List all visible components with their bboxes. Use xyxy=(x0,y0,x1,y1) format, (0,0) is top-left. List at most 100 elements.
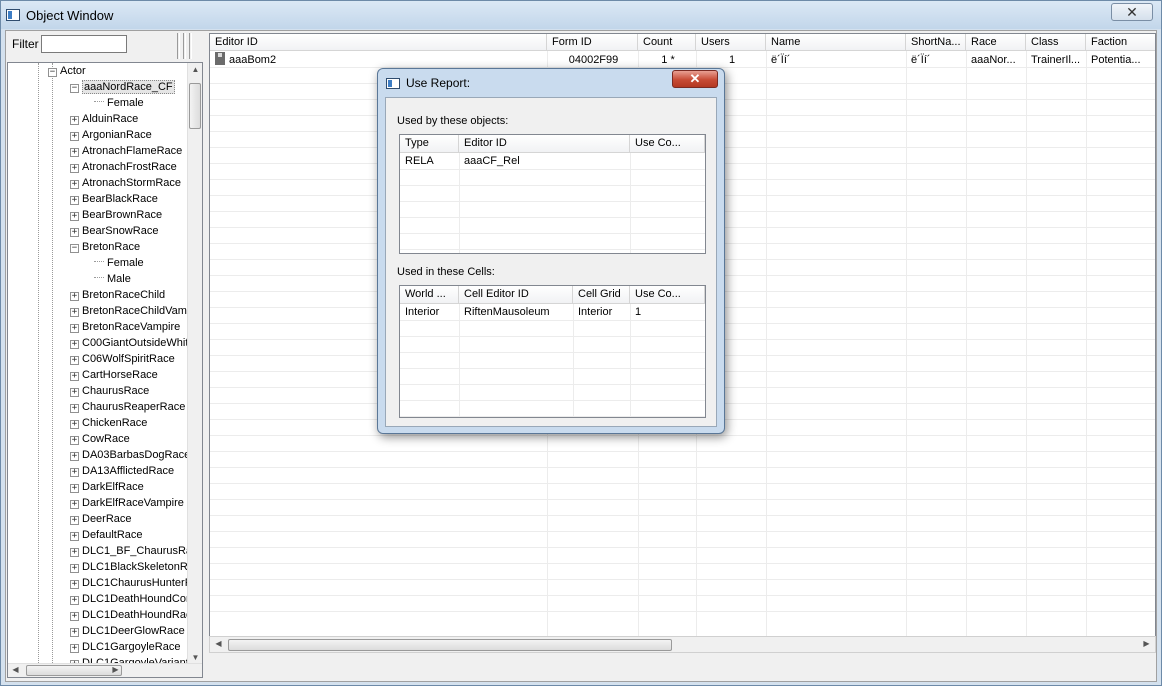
tree-item[interactable]: + DeerRace xyxy=(70,511,132,527)
tree-toggle-icon[interactable]: + xyxy=(70,356,79,365)
scroll-right-arrow-icon[interactable]: ▶ xyxy=(1139,639,1154,648)
tree-horizontal-scrollbar[interactable]: ◀ ▶ xyxy=(8,663,202,677)
tree-toggle-icon[interactable]: + xyxy=(70,132,79,141)
tree-vertical-scrollbar[interactable]: ▲ ▼ xyxy=(187,63,202,664)
filter-input[interactable] xyxy=(41,35,127,53)
tree-toggle-icon[interactable]: + xyxy=(70,628,79,637)
tree-toggle-icon[interactable]: + xyxy=(70,644,79,653)
tree-item[interactable]: + DA03BarbasDogRace xyxy=(70,447,188,463)
tree-item[interactable]: + DefaultRace xyxy=(70,527,143,543)
tree-item[interactable]: Female xyxy=(94,95,144,111)
tree-toggle-icon[interactable]: + xyxy=(70,404,79,413)
column-header[interactable]: Editor ID xyxy=(210,34,547,51)
column-header[interactable]: Use Co... xyxy=(630,286,705,303)
tree-item[interactable]: Male xyxy=(94,271,131,287)
cells-list[interactable]: World ... Cell Editor ID Cell Grid Use Co..… xyxy=(399,285,706,418)
column-header[interactable]: Class xyxy=(1026,34,1086,51)
scroll-up-arrow-icon[interactable]: ▲ xyxy=(188,65,202,74)
tree-item[interactable]: + DA13AfflictedRace xyxy=(70,463,174,479)
tree-toggle-icon[interactable]: + xyxy=(70,196,79,205)
tree-item[interactable]: + BretonRaceChild xyxy=(70,287,165,303)
tree-item[interactable]: − Actor xyxy=(48,63,86,79)
column-header[interactable]: Editor ID xyxy=(459,135,630,152)
tree-item[interactable]: +BretonRaceChildVampire xyxy=(70,303,188,319)
tree-item[interactable]: + BearBlackRace xyxy=(70,191,158,207)
column-header[interactable]: Name xyxy=(766,34,906,51)
dialog-close-button[interactable]: ✕ xyxy=(672,70,718,88)
tree-item[interactable]: + AlduinRace xyxy=(70,111,138,127)
column-header[interactable]: Count xyxy=(638,34,696,51)
tree-toggle-icon[interactable]: + xyxy=(70,436,79,445)
tree-item[interactable]: + DLC1DeathHoundRace xyxy=(70,607,188,623)
splitter-grip[interactable] xyxy=(183,33,186,59)
tree-toggle-icon[interactable]: + xyxy=(70,340,79,349)
title-bar[interactable]: Object Window ✕ xyxy=(1,1,1161,29)
tree-item[interactable]: + ChaurusReaperRace xyxy=(70,399,185,415)
tree-item[interactable]: + C06WolfSpiritRace xyxy=(70,351,175,367)
tree-toggle-icon[interactable]: + xyxy=(70,468,79,477)
tree-toggle-icon[interactable]: + xyxy=(70,324,79,333)
object-tree[interactable]: − Actor − aaaNordRace_CF Female + AlduinRace + A… xyxy=(7,62,203,678)
splitter-grip[interactable] xyxy=(189,33,192,59)
scroll-left-arrow-icon[interactable]: ◀ xyxy=(211,639,226,648)
close-button[interactable]: ✕ xyxy=(1111,3,1153,21)
column-header[interactable]: Type xyxy=(400,135,459,152)
tree-scroll-thumb[interactable] xyxy=(189,83,201,129)
tree-item[interactable]: + AtronachFrostRace xyxy=(70,159,177,175)
tree-toggle-icon[interactable]: + xyxy=(70,484,79,493)
column-header[interactable]: World ... xyxy=(400,286,459,303)
tree-item[interactable]: − BretonRace xyxy=(70,239,140,255)
tree-toggle-icon[interactable]: + xyxy=(70,452,79,461)
tree-toggle-icon[interactable]: + xyxy=(70,228,79,237)
tree-toggle-icon[interactable]: + xyxy=(70,180,79,189)
tree-toggle-icon[interactable]: + xyxy=(70,388,79,397)
column-header[interactable]: Cell Grid xyxy=(573,286,630,303)
tree-toggle-icon[interactable]: + xyxy=(70,420,79,429)
scroll-right-arrow-icon[interactable]: ▶ xyxy=(108,665,123,674)
tree-toggle-icon[interactable]: + xyxy=(70,164,79,173)
column-header[interactable]: Form ID xyxy=(547,34,638,51)
tree-item[interactable]: +DLC1_BF_ChaurusRace xyxy=(70,543,188,559)
tree-toggle-icon[interactable]: + xyxy=(70,500,79,509)
list-hscroll-thumb[interactable] xyxy=(228,639,672,651)
tree-toggle-icon[interactable]: + xyxy=(70,516,79,525)
tree-item[interactable]: Female xyxy=(94,255,144,271)
tree-toggle-icon[interactable]: − xyxy=(48,68,57,77)
tree-toggle-icon[interactable]: + xyxy=(70,612,79,621)
tree-toggle-icon[interactable]: − xyxy=(70,244,79,253)
tree-item[interactable]: + BearSnowRace xyxy=(70,223,158,239)
tree-toggle-icon[interactable]: + xyxy=(70,564,79,573)
table-row[interactable]: Interior RiftenMausoleum Interior 1 xyxy=(400,304,705,321)
tree-toggle-icon[interactable]: + xyxy=(70,532,79,541)
tree-item[interactable]: +DLC1DeathHoundCompanionRace xyxy=(70,591,188,607)
column-header[interactable]: Race xyxy=(966,34,1026,51)
tree-item[interactable]: + AtronachStormRace xyxy=(70,175,181,191)
tree-item[interactable]: + DLC1DeerGlowRace xyxy=(70,623,185,639)
column-header[interactable]: Cell Editor ID xyxy=(459,286,573,303)
tree-toggle-icon[interactable]: − xyxy=(70,84,79,93)
tree-item[interactable]: +DLC1BlackSkeletonRace xyxy=(70,559,188,575)
tree-toggle-icon[interactable]: + xyxy=(70,116,79,125)
tree-item[interactable]: + CartHorseRace xyxy=(70,367,158,383)
tree-toggle-icon[interactable]: + xyxy=(70,548,79,557)
tree-item[interactable]: +C00GiantOutsideWhiterunRace xyxy=(70,335,188,351)
tree-toggle-icon[interactable]: + xyxy=(70,308,79,317)
tree-item[interactable]: + DLC1GargoyleRace xyxy=(70,639,180,655)
tree-item[interactable]: + CowRace xyxy=(70,431,130,447)
tree-toggle-icon[interactable]: + xyxy=(70,292,79,301)
tree-item[interactable]: + BearBrownRace xyxy=(70,207,162,223)
tree-item[interactable]: − aaaNordRace_CF xyxy=(70,79,175,95)
column-header[interactable]: ShortNa... xyxy=(906,34,966,51)
tree-item[interactable]: + ChickenRace xyxy=(70,415,147,431)
scroll-down-arrow-icon[interactable]: ▼ xyxy=(188,653,202,662)
tree-item[interactable]: + ChaurusRace xyxy=(70,383,149,399)
table-row[interactable]: aaaBom2 04002F99 1 * 1 ë´Ïí´ ë´Ïí´ aaaNor... Tr… xyxy=(210,52,1155,69)
splitter-grip[interactable] xyxy=(177,33,180,59)
tree-item[interactable]: + AtronachFlameRace xyxy=(70,143,182,159)
tree-item[interactable]: + DarkElfRace xyxy=(70,479,144,495)
tree-toggle-icon[interactable]: + xyxy=(70,372,79,381)
tree-item[interactable]: + ArgonianRace xyxy=(70,127,152,143)
tree-toggle-icon[interactable]: + xyxy=(70,212,79,221)
tree-item[interactable]: + BretonRaceVampire xyxy=(70,319,180,335)
tree-toggle-icon[interactable]: + xyxy=(70,596,79,605)
